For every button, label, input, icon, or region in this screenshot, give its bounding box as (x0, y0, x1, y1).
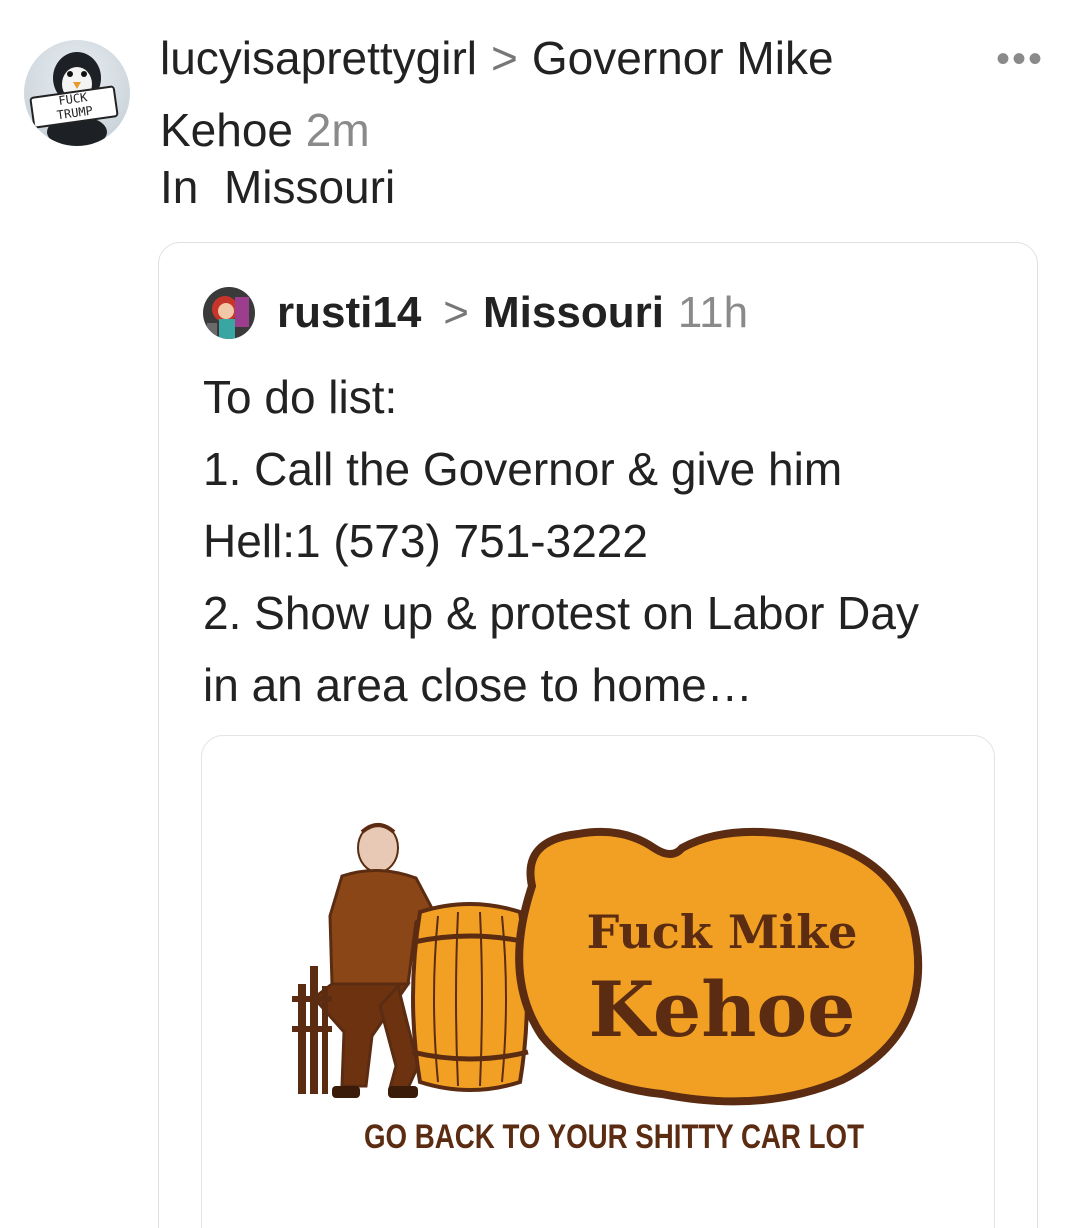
body-line: 2. Show up & protest on Labor Day (203, 587, 919, 639)
more-horizontal-icon[interactable]: ••• (996, 39, 1044, 79)
wooden-barrel (411, 902, 529, 1092)
post-timestamp: 2m (305, 104, 370, 156)
quoted-post-image[interactable]: Fuck Mike Kehoe GO BACK TO YOUR SHITTY C… (201, 735, 995, 1228)
community-prefix: In (160, 161, 199, 213)
quoted-post-header: rusti14 > Missouri 11h (203, 287, 748, 339)
post-header: lucyisaprettygirl > Governor Mike Kehoe 2m (160, 22, 960, 166)
body-line: To do list: (203, 371, 398, 423)
quoted-author-name[interactable]: rusti14 (277, 288, 421, 338)
penguin-avatar-image: FUCK TRUMP (29, 52, 119, 146)
quoted-author-avatar[interactable] (203, 287, 255, 339)
chevron-right-icon: > (491, 32, 518, 84)
parody-logo-image: Fuck Mike Kehoe GO BACK TO YOUR SHITTY C… (292, 823, 923, 1156)
community-line: In Missouri (160, 160, 395, 214)
destination-name-line1[interactable]: Governor Mike (532, 32, 834, 84)
body-line: 1. Call the Governor & give him (203, 443, 843, 495)
post: FUCK TRUMP lucyisaprettygirl > Governor Mi… (0, 0, 1080, 1228)
logo-caption: GO BACK TO YOUR SHITTY CAR LOT (364, 1118, 864, 1156)
body-line: Hell:1 (573) 751-3222 (203, 515, 648, 567)
quoted-post-card[interactable]: rusti14 > Missouri 11h To do list: 1. Call … (158, 242, 1038, 1228)
logo-line-1: Fuck Mike (587, 905, 858, 959)
redhead-avatar-image (203, 287, 255, 339)
quoted-destination-name[interactable]: Missouri (483, 288, 664, 338)
chevron-right-icon: > (443, 288, 469, 337)
quoted-post-body: To do list: 1. Call the Governor & give … (203, 361, 1013, 721)
author-name[interactable]: lucyisaprettygirl (160, 32, 477, 84)
destination-name-line2[interactable]: Kehoe (160, 104, 293, 156)
body-line: in an area close to home… (203, 659, 753, 711)
author-avatar[interactable]: FUCK TRUMP (24, 40, 130, 146)
community-name[interactable]: Missouri (224, 161, 395, 213)
quoted-timestamp: 11h (677, 288, 749, 337)
logo-line-2: Kehoe (588, 965, 855, 1054)
